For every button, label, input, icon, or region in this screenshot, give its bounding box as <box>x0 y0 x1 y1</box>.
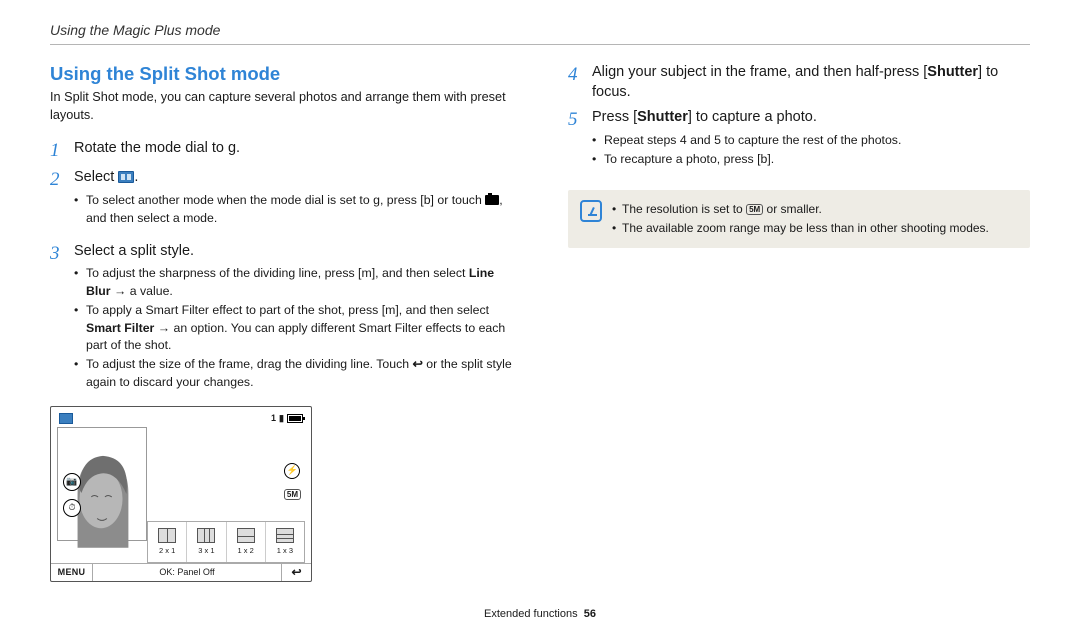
step-body: Select a split style. To adjust the shar… <box>74 242 512 400</box>
menu-glyph: m <box>361 266 371 280</box>
style-preview-icon <box>197 528 215 543</box>
mode-dial-glyph: g <box>228 140 236 156</box>
two-column-layout: Using the Split Shot mode In Split Shot … <box>50 63 1030 582</box>
note-box: The resolution is set to 5M or smaller. … <box>568 190 1030 247</box>
shutter-label: Shutter <box>927 64 978 80</box>
screen-illustration: 1 ▮ 📷 ⏱ <box>50 406 312 582</box>
note-icon <box>580 200 602 222</box>
note-item-1: The resolution is set to 5M or smaller. <box>612 200 989 219</box>
manual-page: Using the Magic Plus mode Using the Spli… <box>0 0 1080 630</box>
step-number: 3 <box>50 242 74 266</box>
left-column: Using the Split Shot mode In Split Shot … <box>50 63 512 582</box>
ok-label: OK: Panel Off <box>93 567 281 577</box>
shot-count: 1 <box>271 413 276 423</box>
resolution-badge: 5M <box>746 204 763 215</box>
memory-icon: ▮ <box>279 413 284 424</box>
illustration-bottom-bar: MENU OK: Panel Off ↩ <box>51 563 311 581</box>
style-preview-icon <box>276 528 294 543</box>
page-number: 56 <box>584 608 596 620</box>
right-column: 4 Align your subject in the frame, and t… <box>568 63 1030 582</box>
step-number: 5 <box>568 108 592 132</box>
style-option-1x3[interactable]: 1 x 3 <box>266 522 304 562</box>
style-option-3x1[interactable]: 3 x 1 <box>187 522 226 562</box>
status-bar: 1 ▮ <box>271 413 303 424</box>
style-option-1x2[interactable]: 1 x 2 <box>227 522 266 562</box>
note-list: The resolution is set to 5M or smaller. … <box>612 200 989 237</box>
step-3-sub-2: To apply a Smart Filter effect to part o… <box>74 302 512 355</box>
page-footer: Extended functions 56 <box>0 608 1080 620</box>
menu-button[interactable]: MENU <box>51 564 93 581</box>
step-5-sub-2: To recapture a photo, press [b]. <box>592 151 901 169</box>
step-2-sublist: To select another mode when the mode dia… <box>74 192 512 228</box>
divider <box>50 44 1030 45</box>
step-5-sub-1: Repeat steps 4 and 5 to capture the rest… <box>592 132 901 150</box>
resolution-badge: 5M <box>284 489 301 500</box>
step-4: 4 Align your subject in the frame, and t… <box>568 63 1030 102</box>
menu-glyph: m <box>385 303 395 317</box>
timer-round-icon: ⏱ <box>63 499 81 517</box>
right-icon-stack: ⚡ 5M <box>284 463 301 500</box>
back-button-glyph: b <box>424 193 431 207</box>
undo-icon: ↩ <box>413 356 423 374</box>
step-body: Align your subject in the frame, and the… <box>592 63 1030 102</box>
step-3-sub-1: To adjust the sharpness of the dividing … <box>74 265 512 301</box>
battery-icon <box>287 414 303 423</box>
left-icon-stack: 📷 ⏱ <box>63 473 81 517</box>
step-body: Select . To select another mode when the… <box>74 168 512 235</box>
step-number: 4 <box>568 63 592 87</box>
step-body: Press [Shutter] to capture a photo. Repe… <box>592 108 901 176</box>
section-title: Using the Split Shot mode <box>50 63 512 85</box>
step-5: 5 Press [Shutter] to capture a photo. Re… <box>568 108 1030 176</box>
undo-button[interactable]: ↩ <box>281 564 311 581</box>
step-2-sub-1: To select another mode when the mode dia… <box>74 192 512 228</box>
step-body: Rotate the mode dial to g. <box>74 139 240 159</box>
shutter-label: Shutter <box>637 109 688 125</box>
flash-round-icon: ⚡ <box>284 463 300 479</box>
mode-touch-icon <box>485 195 499 205</box>
step-3-sublist: To adjust the sharpness of the dividing … <box>74 265 512 392</box>
step-2: 2 Select . To select another mode when t… <box>50 168 512 235</box>
step-1: 1 Rotate the mode dial to g. <box>50 139 512 163</box>
style-preview-icon <box>237 528 255 543</box>
intro-text: In Split Shot mode, you can capture seve… <box>50 89 512 125</box>
smart-filter-label: Smart Filter <box>86 321 154 335</box>
split-style-strip: 2 x 1 3 x 1 1 x 2 1 x 3 <box>147 521 305 563</box>
footer-section: Extended functions <box>484 608 578 620</box>
step-list-left: 1 Rotate the mode dial to g. 2 Select . … <box>50 139 512 400</box>
note-item-2: The available zoom range may be less tha… <box>612 219 989 238</box>
style-option-2x1[interactable]: 2 x 1 <box>148 522 187 562</box>
step-3: 3 Select a split style. To adjust the sh… <box>50 242 512 400</box>
camera-round-icon: 📷 <box>63 473 81 491</box>
mode-dial-glyph: g <box>373 193 380 207</box>
breadcrumb: Using the Magic Plus mode <box>50 22 1030 38</box>
step-3-sub-3: To adjust the size of the frame, drag th… <box>74 356 512 392</box>
split-shot-icon <box>118 171 134 183</box>
step-number: 2 <box>50 168 74 192</box>
step-number: 1 <box>50 139 74 163</box>
split-shot-mode-icon <box>59 413 73 424</box>
step-5-sublist: Repeat steps 4 and 5 to capture the rest… <box>592 132 901 169</box>
step-list-right: 4 Align your subject in the frame, and t… <box>568 63 1030 176</box>
style-preview-icon <box>158 528 176 543</box>
